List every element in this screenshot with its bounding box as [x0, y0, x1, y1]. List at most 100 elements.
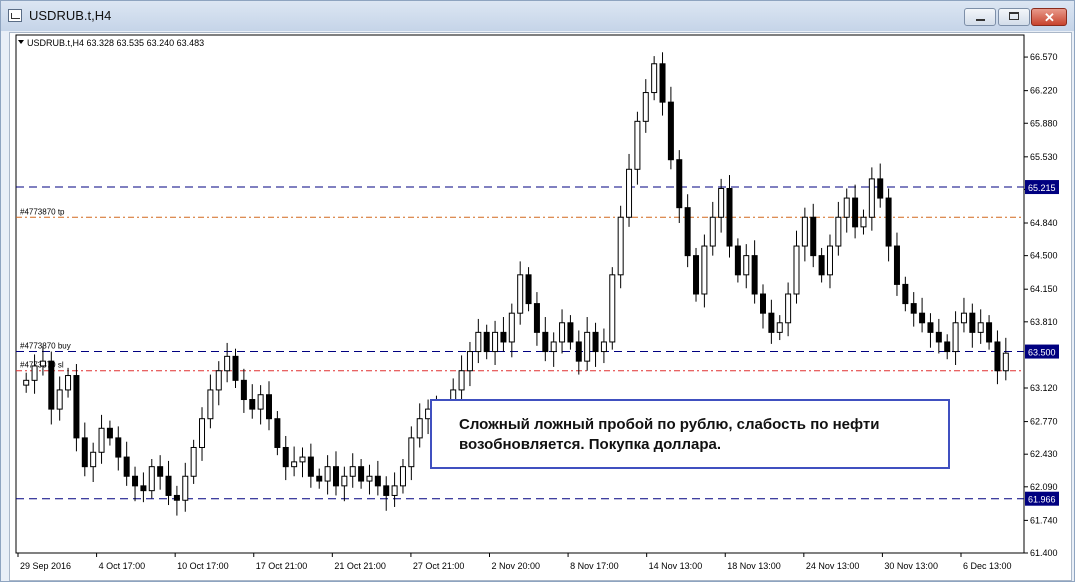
candle-body	[475, 331, 482, 353]
candle-body	[257, 394, 264, 410]
y-tick-label: 66.570	[1030, 52, 1058, 62]
candle-body	[743, 255, 750, 276]
candle-body	[877, 178, 884, 199]
x-tick-label: 10 Oct 17:00	[177, 561, 229, 571]
candle-body	[65, 375, 72, 391]
candle-body	[408, 437, 415, 468]
y-tick-label: 61.740	[1030, 515, 1058, 525]
candle-body	[39, 360, 46, 367]
candle-body	[190, 446, 197, 477]
candle-body	[701, 245, 708, 295]
candle-body	[575, 341, 582, 362]
candle-body	[693, 255, 700, 295]
candle-body	[977, 322, 984, 333]
symbol-info-label: USDRUB.t,H4 63.328 63.535 63.240 63.483	[27, 38, 204, 48]
x-tick-label: 2 Nov 20:00	[491, 561, 540, 571]
candle-body	[115, 437, 122, 458]
chart-window-icon	[8, 9, 22, 22]
candle-body	[383, 485, 390, 496]
candle-body	[249, 399, 256, 410]
candle-body	[860, 216, 867, 228]
y-tick-label: 64.150	[1030, 284, 1058, 294]
y-tick-label: 65.880	[1030, 118, 1058, 128]
candle-body	[785, 293, 792, 324]
candle-body	[902, 283, 909, 305]
candle-body	[969, 312, 976, 333]
candle-body	[123, 456, 130, 477]
candle-body	[366, 475, 373, 482]
candle-body	[232, 355, 239, 381]
x-tick-label: 4 Oct 17:00	[99, 561, 146, 571]
x-tick-label: 29 Sep 2016	[20, 561, 71, 571]
symbol-dropdown-icon	[18, 40, 24, 44]
candle-body	[148, 466, 155, 492]
candle-body	[760, 293, 766, 314]
chart-area[interactable]: USDRUB.t,H4 63.328 63.535 63.240 63.483 6…	[9, 32, 1072, 581]
price-chart[interactable]: USDRUB.t,H4 63.328 63.535 63.240 63.483 6…	[10, 33, 1071, 580]
candle-body	[726, 187, 733, 247]
candle-body	[919, 312, 926, 324]
level-label-tp: #4773870 tp	[20, 207, 65, 216]
candle-body	[31, 365, 38, 381]
candle-body	[868, 178, 875, 218]
candle-body	[952, 322, 959, 353]
candle-body	[684, 207, 691, 257]
candle-body	[157, 466, 164, 477]
candle-body	[751, 255, 758, 295]
candle-body	[843, 197, 850, 218]
candle-body	[483, 331, 490, 353]
annotation-box: Сложный ложный пробой по рублю, слабость…	[430, 399, 950, 469]
candle-body	[215, 370, 222, 391]
maximize-icon	[1009, 12, 1019, 20]
x-tick-label: 17 Oct 21:00	[256, 561, 308, 571]
candle-body	[458, 370, 465, 391]
candle-body	[291, 461, 298, 468]
candle-body	[592, 331, 599, 353]
chart-window: USDRUB.t,H4 ✕ USDRUB.t,H4 63.328 63.535 …	[0, 0, 1075, 582]
y-tick-label: 64.840	[1030, 218, 1058, 228]
candle-body	[609, 274, 616, 343]
y-tick-label: 62.770	[1030, 417, 1058, 427]
annotation-text: Сложный ложный пробой по рублю, слабость…	[459, 416, 880, 453]
candle-body	[617, 216, 624, 276]
candle-body	[90, 451, 97, 468]
candle-body	[768, 312, 775, 333]
candle-body	[332, 466, 339, 487]
candle-body	[165, 475, 172, 496]
x-tick-label: 14 Nov 13:00	[649, 561, 703, 571]
candle-body	[659, 63, 666, 103]
candle-body	[634, 120, 641, 170]
candle-body	[81, 437, 88, 468]
maximize-button[interactable]	[998, 8, 1030, 26]
candle-body	[986, 322, 993, 343]
candle-body	[994, 341, 1001, 372]
candle-body	[835, 216, 842, 247]
candle-body	[826, 245, 833, 276]
close-button[interactable]: ✕	[1031, 8, 1067, 26]
candle-body	[492, 331, 499, 353]
title-bar[interactable]: USDRUB.t,H4 ✕	[1, 1, 1074, 31]
candle-body	[173, 494, 180, 501]
candle-body	[224, 355, 231, 372]
candle-body	[182, 475, 189, 501]
candle-body	[140, 485, 147, 492]
y-tick-label: 61.400	[1030, 548, 1058, 558]
candle-body	[676, 159, 683, 209]
candle-body	[667, 101, 674, 161]
minimize-icon	[976, 19, 985, 21]
y-tick-label: 62.090	[1030, 482, 1058, 492]
candle-body	[73, 375, 80, 439]
y-tick-label: 63.810	[1030, 317, 1058, 327]
x-tick-label: 6 Dec 13:00	[963, 561, 1012, 571]
candle-body	[48, 360, 55, 410]
x-tick-label: 18 Nov 13:00	[727, 561, 781, 571]
candle-body	[944, 341, 951, 353]
candle-body	[818, 255, 825, 276]
candle-body	[709, 216, 716, 247]
candle-body	[207, 389, 214, 420]
candle-body	[274, 418, 281, 448]
candle-body	[98, 427, 105, 453]
minimize-button[interactable]	[964, 8, 996, 26]
candle-body	[651, 63, 658, 94]
candle-body	[341, 475, 348, 487]
